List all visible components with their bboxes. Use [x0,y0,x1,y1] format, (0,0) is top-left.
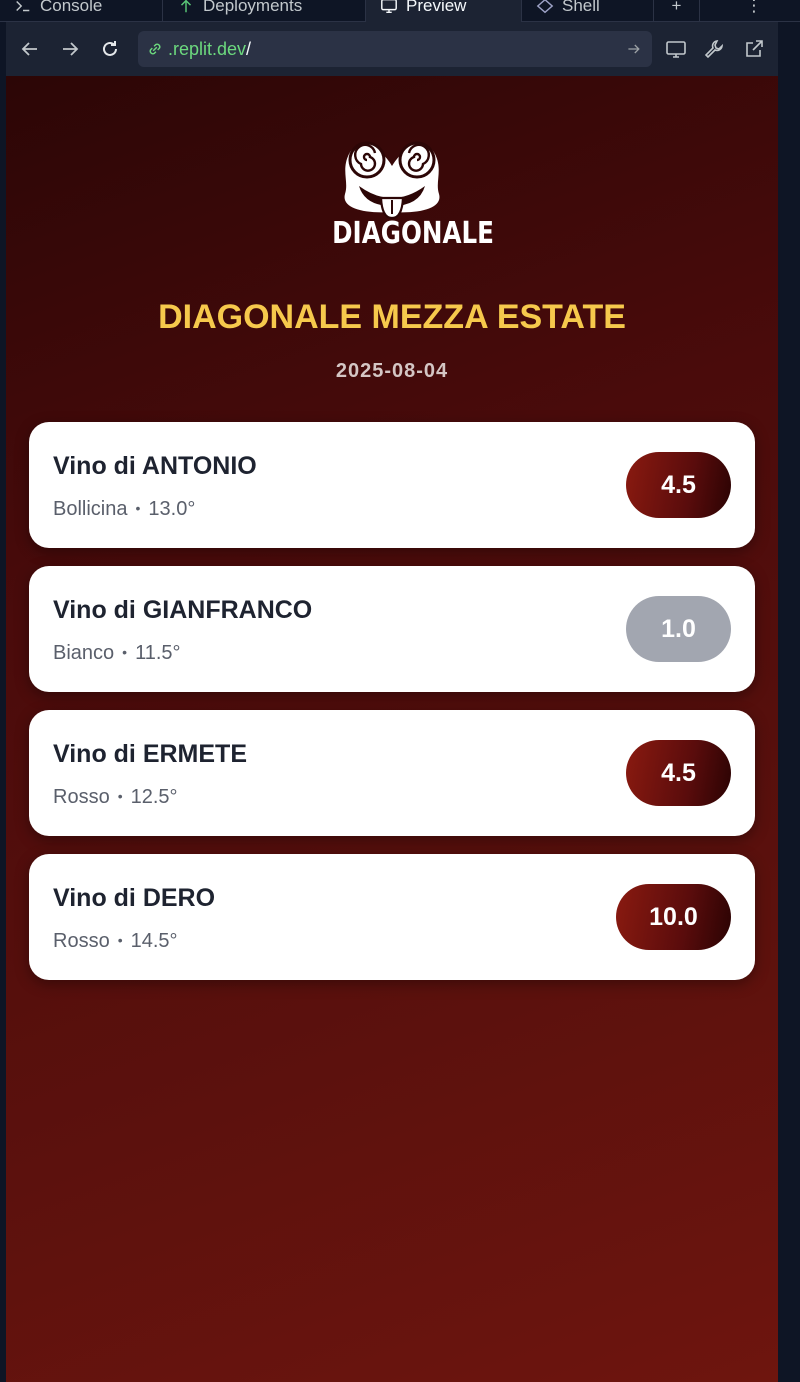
external-link-icon [746,40,763,57]
right-edge [778,22,800,1382]
link-icon [149,43,161,55]
forward-button[interactable] [50,29,90,69]
score-badge: 4.5 [626,740,731,806]
shell-icon [536,0,554,14]
go-arrow-icon[interactable] [626,41,642,57]
separator-dot: • [117,932,123,948]
wine-name: Vino di DERO [53,884,216,912]
device-preview-button[interactable] [658,31,694,67]
wine-card[interactable]: Vino di GIANFRANCO Bianco • 11.5° 1.0 [29,566,755,692]
url-path: / [246,38,252,59]
terminal-icon [16,0,30,12]
separator-dot: • [122,644,128,660]
tab-deployments-label: Deployments [203,0,303,15]
monitor-icon [666,41,686,58]
add-tab-button[interactable]: + [654,0,700,22]
brand-wordmark: DIAGONALE [332,216,494,251]
wine-meta: Bianco • 11.5° [53,642,181,665]
wine-name: Vino di GIANFRANCO [53,596,313,624]
wine-abv: 11.5° [135,642,181,664]
wine-name: Vino di ERMETE [53,740,247,768]
brand-logo: DIAGONALE [319,126,494,251]
wine-type: Bianco [53,642,115,664]
open-new-tab-button[interactable] [736,31,772,67]
wine-abv: 13.0° [148,498,196,520]
arrow-left-icon [21,42,37,56]
kebab-icon: ⋮ [745,0,763,15]
wine-type: Bollicina [53,498,128,520]
tab-shell-label: Shell [562,0,600,15]
separator-dot: • [135,500,141,516]
wine-abv: 12.5° [130,786,178,808]
more-options-button[interactable]: ⋮ [734,0,774,22]
tab-console-label: Console [40,0,103,15]
event-date: 2025-08-04 [335,360,449,382]
url-domain: .replit.dev [168,38,247,59]
wine-meta: Bollicina • 13.0° [53,498,195,521]
score-badge: 1.0 [626,596,731,662]
wine-abv: 14.5° [130,930,178,952]
url-field[interactable]: .replit.dev / [138,31,652,67]
plus-icon: + [671,0,682,15]
back-button[interactable] [10,29,50,69]
tab-preview-label: Preview [406,0,467,15]
ide-tab-bar: Console Deployments Preview Shell + ⋮ [0,0,800,22]
deploy-icon [180,0,192,13]
tab-deployments[interactable]: Deployments [163,0,366,22]
event-title: DIAGONALE MEZZA ESTATE [158,298,626,336]
score-badge: 4.5 [626,452,731,518]
wine-type: Rosso [53,930,110,952]
tab-shell[interactable]: Shell [522,0,654,22]
app-preview: DIAGONALE DIAGONALE MEZZA ESTATE 2025-08… [6,76,778,1382]
wrench-icon [704,40,724,59]
wine-name: Vino di ANTONIO [53,452,257,480]
arrow-right-icon [63,42,79,56]
separator-dot: • [117,788,123,804]
wine-meta: Rosso • 12.5° [53,786,178,809]
reload-icon [103,41,117,56]
wine-card[interactable]: Vino di DERO Rosso • 14.5° 10.0 [29,854,755,980]
monitor-icon [381,0,397,14]
tab-console[interactable]: Console [0,0,163,22]
wine-card[interactable]: Vino di ERMETE Rosso • 12.5° 4.5 [29,710,755,836]
wine-card[interactable]: Vino di ANTONIO Bollicina • 13.0° 4.5 [29,422,755,548]
reload-button[interactable] [90,29,130,69]
score-badge: 10.0 [616,884,731,950]
wine-meta: Rosso • 14.5° [53,930,178,953]
tab-preview[interactable]: Preview [366,0,522,22]
wine-type: Rosso [53,786,110,808]
preview-url-bar: .replit.dev / [6,22,778,76]
devtools-button[interactable] [696,31,732,67]
